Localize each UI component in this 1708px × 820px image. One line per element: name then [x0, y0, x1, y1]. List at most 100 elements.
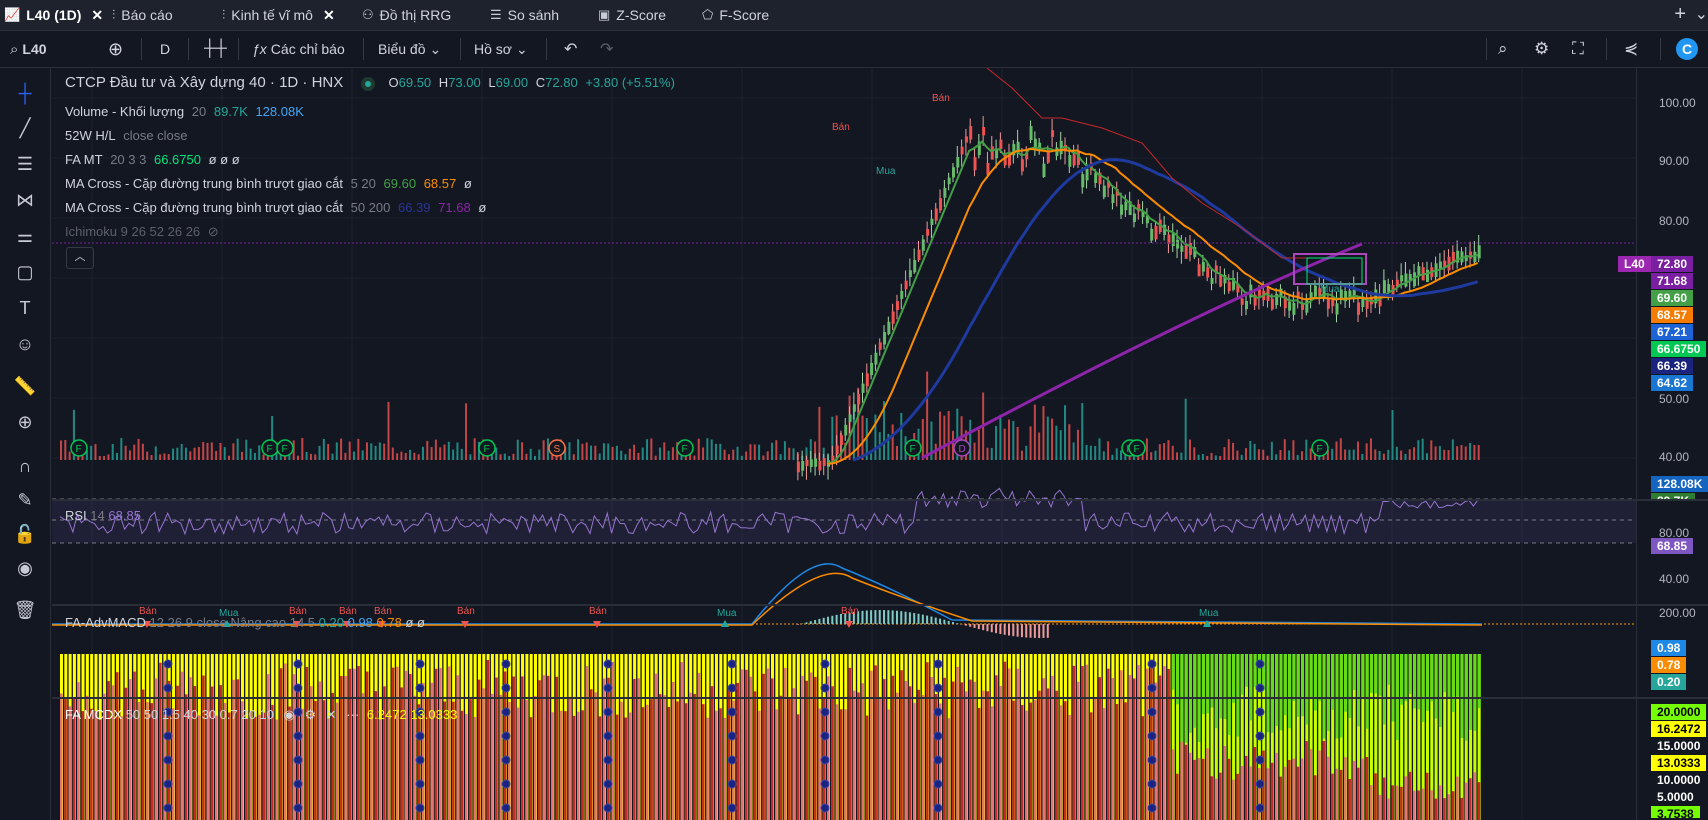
volume-bar — [1236, 450, 1239, 460]
fullscreen-icon: ⛶ — [1572, 39, 1584, 58]
tab-l40[interactable]: 📈 L40 (1D) ✕ — [4, 0, 103, 30]
volume-bar — [258, 445, 261, 460]
chevron-down-icon[interactable]: ⌄ — [1695, 4, 1708, 24]
mcdx-legend[interactable]: FA MCDX 50 50 1.5 40 30 0.7 20 10 ◉ ⚙ ✕ … — [65, 707, 457, 723]
magnet-icon[interactable]: ∩ — [13, 454, 37, 478]
volume-bar — [172, 448, 175, 460]
price-axis[interactable]: 100.00 90.00 80.00 50.00 40.00 L40 72.80… — [1618, 68, 1708, 820]
redo-button[interactable]: ↷ — [600, 31, 613, 67]
volume-bar — [706, 438, 709, 460]
volume-bar — [357, 438, 360, 460]
hl-legend[interactable]: 52W H/L close close — [65, 128, 192, 143]
eye-icon[interactable]: ◉ — [13, 556, 37, 580]
zoom-in-icon[interactable]: ⊕ — [13, 410, 37, 434]
volume-bar — [465, 403, 468, 460]
ma-cross-5-20-legend[interactable]: MA Cross - Cặp đường trung bình trượt gi… — [65, 176, 476, 191]
ruler-icon[interactable]: 📏 — [13, 374, 37, 398]
tab-so-sanh[interactable]: ☰ So sánh — [490, 0, 559, 30]
mcdx-bar-red — [745, 669, 748, 820]
candle-body — [1132, 213, 1136, 223]
mcdx-dot — [163, 803, 173, 813]
trendline-icon[interactable]: ╱ — [13, 116, 37, 140]
collapse-legend-button[interactable]: ︿ — [66, 247, 94, 269]
candle-body — [939, 198, 943, 211]
settings-button[interactable]: ⚙ — [1534, 31, 1549, 67]
close-tab-icon[interactable]: ✕ — [91, 7, 103, 24]
tab-f-score[interactable]: ⬠ F-Score — [702, 0, 769, 30]
candle-body — [1270, 298, 1274, 310]
volume-bar — [1348, 449, 1351, 460]
shape-icon[interactable]: ▢ — [13, 260, 37, 284]
fib-icon[interactable]: ☰ — [13, 152, 37, 176]
volume-legend[interactable]: Volume - Khối lượng 20 89.7K 128.08K — [65, 104, 308, 119]
volume-bar — [1387, 449, 1390, 460]
fullscreen-button[interactable]: ⛶ — [1572, 31, 1584, 67]
candle-body — [1425, 269, 1429, 283]
mcdx-bar-red — [1003, 661, 1007, 820]
pane-divider[interactable] — [52, 499, 1708, 501]
tab-z-score[interactable]: ▣ Z-Score — [598, 0, 666, 30]
chart-type-dropdown[interactable]: Biểu đồ ⌄ — [378, 31, 441, 67]
volume-bar — [64, 440, 67, 460]
pane-divider[interactable] — [52, 604, 1708, 606]
draw-lock-icon[interactable]: ✎ — [13, 488, 37, 512]
volume-bar — [990, 447, 993, 460]
event-marker-label: F — [76, 444, 82, 455]
mcdx-dot — [415, 779, 425, 789]
profile-dropdown[interactable]: Hồ sơ ⌄ — [474, 31, 528, 67]
pattern-icon[interactable]: ⋈ — [13, 188, 37, 212]
bar-style-button[interactable]: ┼┼ — [204, 31, 227, 67]
close-tab-icon[interactable]: ✕ — [323, 7, 335, 24]
candle-body — [1029, 126, 1033, 141]
volume-bar — [1210, 452, 1213, 460]
candle-body — [973, 157, 977, 171]
mcdx-bar-green — [1382, 654, 1386, 725]
tab-kinh-te-vi-mo[interactable]: ⫶ Kinh tế vĩ mô ✕ — [222, 0, 335, 30]
volume-bar — [1417, 440, 1420, 460]
compare-add-button[interactable]: ⊕ — [108, 31, 123, 67]
eye-off-icon[interactable]: ⊘ — [208, 224, 219, 239]
eye-icon[interactable]: ◉ — [284, 707, 295, 722]
mcdx-dot — [933, 659, 943, 669]
mcdx-bar-red — [133, 671, 136, 820]
add-tab-icon[interactable]: + — [1674, 3, 1686, 26]
mcdx-dot — [603, 707, 613, 717]
rsi-legend[interactable]: RSI 14 68.85 — [65, 508, 141, 523]
more-icon[interactable]: ··· — [346, 707, 359, 722]
volume-bar — [141, 443, 144, 460]
macd-signal-marker — [845, 621, 853, 628]
tab-do-thi-rrg[interactable]: ⚇ Đồ thị RRG — [362, 0, 451, 30]
emoji-icon[interactable]: ☺ — [13, 332, 37, 356]
forecast-icon[interactable]: ⚌ — [13, 224, 37, 248]
undo-button[interactable]: ↶ — [564, 31, 577, 67]
text-icon[interactable]: T — [13, 296, 37, 320]
gear-icon[interactable]: ⚙ — [304, 707, 316, 722]
candle-body — [1167, 234, 1171, 244]
symbol-search[interactable]: ⌕ L40 — [10, 31, 47, 67]
quick-search-button[interactable]: ⌕ — [1498, 31, 1508, 67]
candle-body — [921, 239, 925, 251]
mcdx-bar-red — [921, 695, 925, 820]
mcdx-bar-red — [852, 690, 856, 820]
ma-cross-50-200-legend[interactable]: MA Cross - Cặp đường trung bình trượt gi… — [65, 200, 490, 215]
mcdx-bar-green — [1344, 654, 1348, 712]
ichimoku-legend[interactable]: Ichimoku 9 26 52 26 26 ⊘ — [65, 224, 223, 240]
famt-legend[interactable]: FA MT 20 3 3 66.6750 ø ø ø — [65, 152, 244, 167]
mcdx-bar-green — [1232, 654, 1236, 703]
tab-bao-cao[interactable]: ⫶ Báo cáo — [112, 0, 173, 30]
mcdx-bar-green — [1469, 654, 1473, 730]
macd-legend[interactable]: FA-AdvMACD 12 26 9 close Nâng cao 14 5 0… — [65, 615, 425, 630]
share-button[interactable]: ⋞ — [1624, 31, 1638, 67]
mcdx-bar-green — [1365, 654, 1369, 729]
macd-hist — [1008, 624, 1010, 636]
indicators-button[interactable]: ƒx Các chỉ báo — [252, 31, 345, 67]
interval-button[interactable]: D — [160, 31, 170, 67]
lock-icon[interactable]: 🔓 — [13, 522, 37, 546]
crosshair-icon[interactable]: ┼ — [13, 81, 37, 105]
macd-hist — [969, 624, 972, 627]
trash-icon[interactable]: 🗑 — [13, 598, 37, 622]
close-icon[interactable]: ✕ — [326, 707, 337, 722]
volume-bar — [637, 452, 640, 460]
candle-body — [822, 458, 826, 466]
pane-divider[interactable] — [52, 697, 1708, 699]
